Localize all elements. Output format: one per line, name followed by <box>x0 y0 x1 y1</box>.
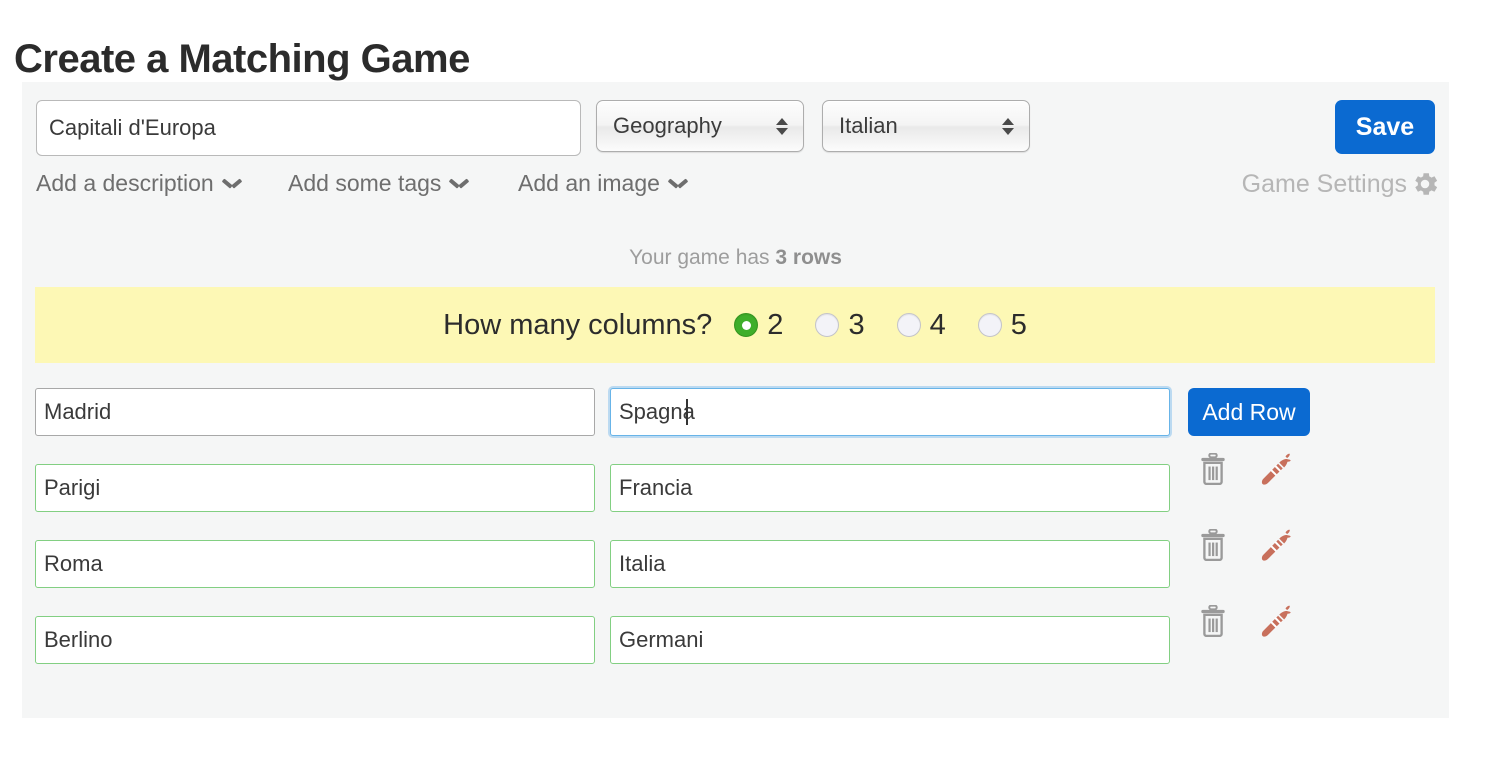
subject-select[interactable]: Geography <box>596 100 804 152</box>
cell-input-r2-c1[interactable] <box>610 540 1170 588</box>
add-tags-label: Add some tags <box>288 170 442 196</box>
game-settings-label: Game Settings <box>1241 169 1407 198</box>
columns-radio-group: 2 3 4 5 <box>734 309 1027 342</box>
trash-icon[interactable] <box>1198 604 1228 638</box>
matching-rows-area: Add Row <box>22 382 1449 686</box>
chevron-down-icon <box>223 178 241 189</box>
expandable-links-row: Add a description Add some tags Add an i… <box>22 170 1449 212</box>
cell-input-r3-c1[interactable] <box>610 616 1170 664</box>
columns-radio-label: 2 <box>767 308 784 341</box>
radio-mark <box>896 313 921 337</box>
carrot-icon[interactable] <box>1256 526 1294 564</box>
columns-radio-4[interactable]: 4 <box>896 308 946 342</box>
rows-count-prefix: Your game has <box>629 246 776 269</box>
page-title: Create a Matching Game <box>14 36 470 81</box>
language-select[interactable]: Italian <box>822 100 1030 152</box>
row-actions <box>1198 450 1294 488</box>
game-settings-button[interactable]: Game Settings <box>1242 168 1441 200</box>
carrot-icon[interactable] <box>1256 602 1294 640</box>
matching-row <box>22 604 1449 686</box>
columns-question-label: How many columns? <box>443 308 713 341</box>
game-editor-panel: Geography Italian Save Add a description… <box>22 82 1449 718</box>
columns-radio-label: 3 <box>848 308 865 341</box>
columns-radio-3[interactable]: 3 <box>815 308 865 342</box>
updown-arrows-icon <box>767 117 797 135</box>
row-actions <box>1198 602 1294 640</box>
add-description-label: Add a description <box>36 170 214 196</box>
trash-icon[interactable] <box>1198 452 1228 486</box>
add-tags-toggle[interactable]: Add some tags <box>288 170 468 197</box>
game-title-input[interactable] <box>36 100 581 156</box>
radio-mark <box>734 313 759 337</box>
rows-count-info: Your game has 3 rows <box>22 246 1449 270</box>
cell-input-r3-c0[interactable] <box>35 616 595 664</box>
columns-radio-5[interactable]: 5 <box>977 308 1027 342</box>
columns-selector-banner: How many columns? 2 3 4 5 <box>35 287 1435 363</box>
add-row-button[interactable]: Add Row <box>1188 388 1310 436</box>
save-button[interactable]: Save <box>1335 100 1435 154</box>
matching-row <box>22 452 1449 534</box>
add-description-toggle[interactable]: Add a description <box>36 170 241 197</box>
matching-row: Add Row <box>22 382 1449 458</box>
matching-row <box>22 528 1449 610</box>
row-actions <box>1198 526 1294 564</box>
chevron-down-icon <box>450 178 468 189</box>
updown-arrows-icon <box>993 117 1023 135</box>
add-image-label: Add an image <box>518 170 660 196</box>
carrot-icon[interactable] <box>1256 450 1294 488</box>
radio-mark <box>977 313 1002 337</box>
subject-select-value: Geography <box>613 113 722 138</box>
chevron-down-icon <box>669 178 687 189</box>
text-caret <box>686 399 688 425</box>
columns-radio-label: 4 <box>929 308 946 341</box>
trash-icon[interactable] <box>1198 528 1228 562</box>
rows-count-value: 3 rows <box>775 246 842 269</box>
cell-input-r1-c0[interactable] <box>35 464 595 512</box>
editor-toolbar: Geography Italian Save <box>22 82 1449 178</box>
radio-mark <box>815 313 840 337</box>
add-image-toggle[interactable]: Add an image <box>518 170 687 197</box>
language-select-value: Italian <box>839 113 898 138</box>
cell-input-r0-c1[interactable] <box>610 388 1170 436</box>
cell-input-r1-c1[interactable] <box>610 464 1170 512</box>
cell-input-r0-c0[interactable] <box>35 388 595 436</box>
columns-radio-2[interactable]: 2 <box>734 309 783 342</box>
columns-radio-label: 5 <box>1010 308 1027 341</box>
gear-icon <box>1409 168 1441 200</box>
cell-input-r2-c0[interactable] <box>35 540 595 588</box>
